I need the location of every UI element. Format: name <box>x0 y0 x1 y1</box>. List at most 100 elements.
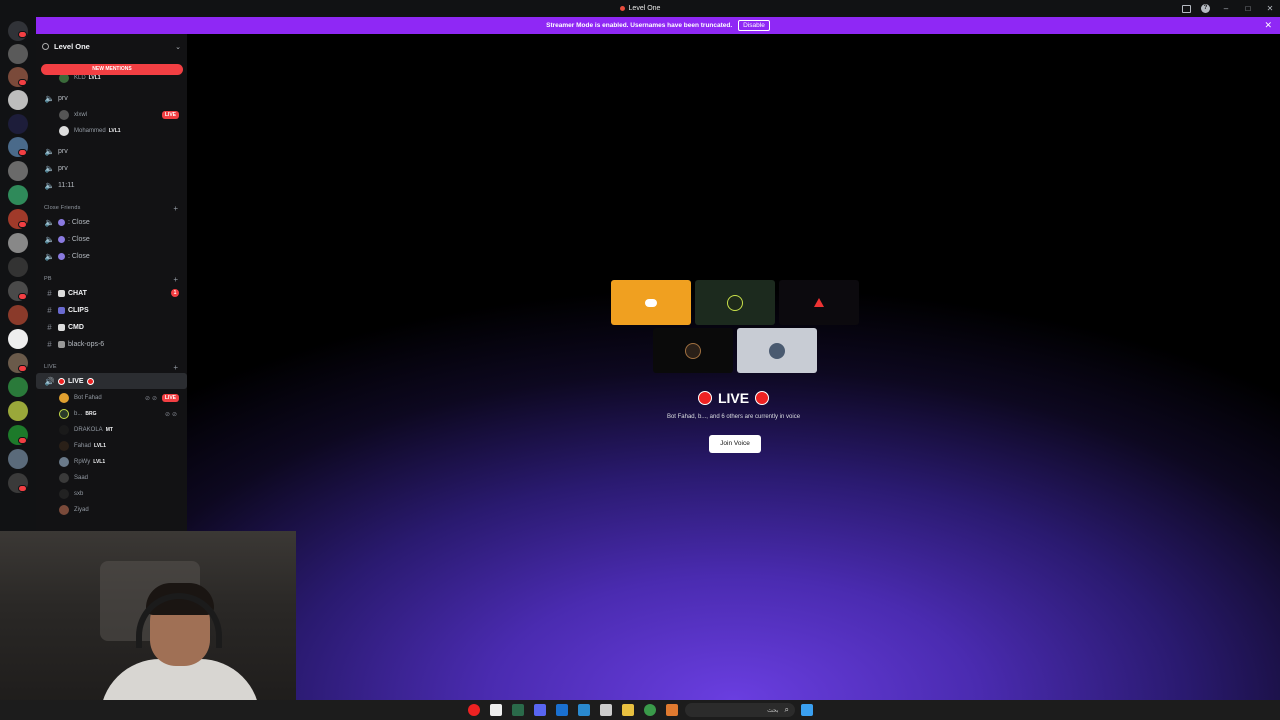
app-icon[interactable] <box>490 704 502 716</box>
participant-tile[interactable] <box>737 328 817 373</box>
app-icon[interactable] <box>468 704 480 716</box>
mention-badge <box>18 221 27 228</box>
voice-user[interactable]: b... BRG ⊘⊘ <box>36 406 187 422</box>
voice-user[interactable]: Ziyad <box>36 502 187 518</box>
voice-channel-close[interactable]: 🔈 : Close <box>36 214 187 230</box>
server-header[interactable]: Level One ⌄ <box>36 34 187 59</box>
participant-tile[interactable] <box>653 328 733 373</box>
speaker-icon: 🔈 <box>44 93 55 103</box>
join-voice-button[interactable]: Join Voice <box>709 435 761 453</box>
help-icon[interactable]: ? <box>1201 4 1210 13</box>
server-icon[interactable] <box>8 90 28 110</box>
avatar <box>727 294 743 311</box>
add-channel-icon[interactable]: + <box>173 275 178 284</box>
text-channel-black-ops[interactable]: # black-ops-6 <box>36 336 187 352</box>
voice-channel-close[interactable]: 🔈 : Close <box>36 248 187 264</box>
avatar <box>59 110 69 120</box>
voice-channel-stage: LIVE Bot Fahad, b..., and 6 others are c… <box>187 34 1280 700</box>
voice-user[interactable]: RpWy LVL1 <box>36 454 187 470</box>
mention-badge <box>18 149 27 156</box>
voice-channel-1111[interactable]: 🔈 11:11 <box>36 177 187 193</box>
discord-logo-icon <box>645 298 657 307</box>
voice-status-text: Bot Fahad, b..., and 6 others are curren… <box>666 414 801 420</box>
voice-user[interactable]: DRAKOLA MT <box>36 422 187 438</box>
voice-channel-prv[interactable]: 🔈 prv <box>36 143 187 159</box>
add-channel-icon[interactable]: + <box>173 204 178 213</box>
app-icon[interactable] <box>600 704 612 716</box>
app-icon[interactable] <box>512 704 524 716</box>
windows-start-icon[interactable] <box>801 704 813 716</box>
server-icon[interactable] <box>8 161 28 181</box>
app-icon[interactable] <box>556 704 568 716</box>
text-channel-chat[interactable]: # CHAT 1 <box>36 285 187 301</box>
server-icon[interactable] <box>8 401 28 421</box>
close-window-button[interactable]: ✕ <box>1264 4 1276 13</box>
channel-emoji-icon <box>58 235 65 243</box>
avatar <box>769 342 785 359</box>
avatar <box>59 393 69 403</box>
participant-tile[interactable] <box>611 280 691 325</box>
close-banner-icon[interactable]: ✕ <box>1264 20 1272 31</box>
new-mentions-bar[interactable]: NEW MENTIONS <box>41 64 183 75</box>
mention-badge <box>18 31 27 38</box>
avatar <box>59 457 69 467</box>
avatar <box>59 409 69 419</box>
app-icon[interactable] <box>578 704 590 716</box>
folder-icon[interactable] <box>622 704 634 716</box>
disable-streamer-mode-button[interactable]: Disable <box>738 20 770 31</box>
stage-channel-title: LIVE <box>187 390 1280 406</box>
category-live[interactable]: LIVE + <box>36 360 187 374</box>
discord-icon[interactable] <box>534 704 546 716</box>
speaker-icon: 🔈 <box>44 217 55 227</box>
server-icon[interactable] <box>8 305 28 325</box>
muted-deafened-icon: ⊘⊘ <box>144 395 159 402</box>
voice-channel-live[interactable]: 🔊 LIVE <box>36 373 187 389</box>
voice-user[interactable]: Mohammed LVL1 <box>36 123 187 139</box>
app-icon[interactable] <box>666 704 678 716</box>
add-channel-icon[interactable]: + <box>173 363 178 372</box>
text-channel-clips[interactable]: # CLIPS <box>36 302 187 318</box>
app-status-icon <box>619 6 625 11</box>
voice-channel-close[interactable]: 🔈 : Close <box>36 231 187 247</box>
participant-tile[interactable] <box>779 280 859 325</box>
server-icon[interactable] <box>8 44 28 64</box>
server-badge-icon <box>42 43 49 50</box>
taskbar-search[interactable]: بحث ⌕ <box>685 703 795 717</box>
server-icon[interactable] <box>8 233 28 253</box>
voice-user[interactable]: xlxwl LIVE <box>36 107 187 123</box>
record-icon <box>697 391 712 405</box>
voice-user[interactable]: Fahad LVL1 <box>36 438 187 454</box>
chrome-icon[interactable] <box>644 704 656 716</box>
streamer-mode-message: Streamer Mode is enabled. Usernames have… <box>546 22 733 29</box>
server-icon[interactable] <box>8 114 28 134</box>
avatar <box>59 473 69 483</box>
chevron-down-icon[interactable]: ⌄ <box>175 43 181 51</box>
hashtag-icon: # <box>47 339 52 349</box>
voice-channel-prv[interactable]: 🔈 prv <box>36 160 187 176</box>
category-close-friends[interactable]: Close Friends + <box>36 201 187 215</box>
server-icon[interactable] <box>8 185 28 205</box>
voice-channel-prv[interactable]: 🔈 prv <box>36 90 187 106</box>
hashtag-icon: # <box>47 305 52 315</box>
participant-tile[interactable] <box>695 280 775 325</box>
avatar <box>59 441 69 451</box>
text-channel-cmd[interactable]: # CMD <box>36 319 187 335</box>
maximize-button[interactable]: □ <box>1242 4 1254 13</box>
voice-user[interactable]: sxb <box>36 486 187 502</box>
inbox-icon[interactable] <box>1182 4 1191 13</box>
chat-bubble-icon <box>58 289 65 297</box>
record-icon <box>86 377 94 385</box>
chat-bubble-icon <box>58 340 65 348</box>
server-icon[interactable] <box>8 377 28 397</box>
server-icon[interactable] <box>8 449 28 469</box>
avatar <box>59 425 69 435</box>
minimize-button[interactable]: – <box>1220 4 1232 13</box>
avatar <box>59 126 69 136</box>
mention-badge <box>18 365 27 372</box>
server-icon[interactable] <box>8 329 28 349</box>
voice-user[interactable]: Bot Fahad ⊘⊘ LIVE <box>36 390 187 406</box>
category-pb[interactable]: PB + <box>36 272 187 286</box>
voice-user[interactable]: Saad <box>36 470 187 486</box>
server-icon[interactable] <box>8 257 28 277</box>
record-icon <box>755 391 770 405</box>
